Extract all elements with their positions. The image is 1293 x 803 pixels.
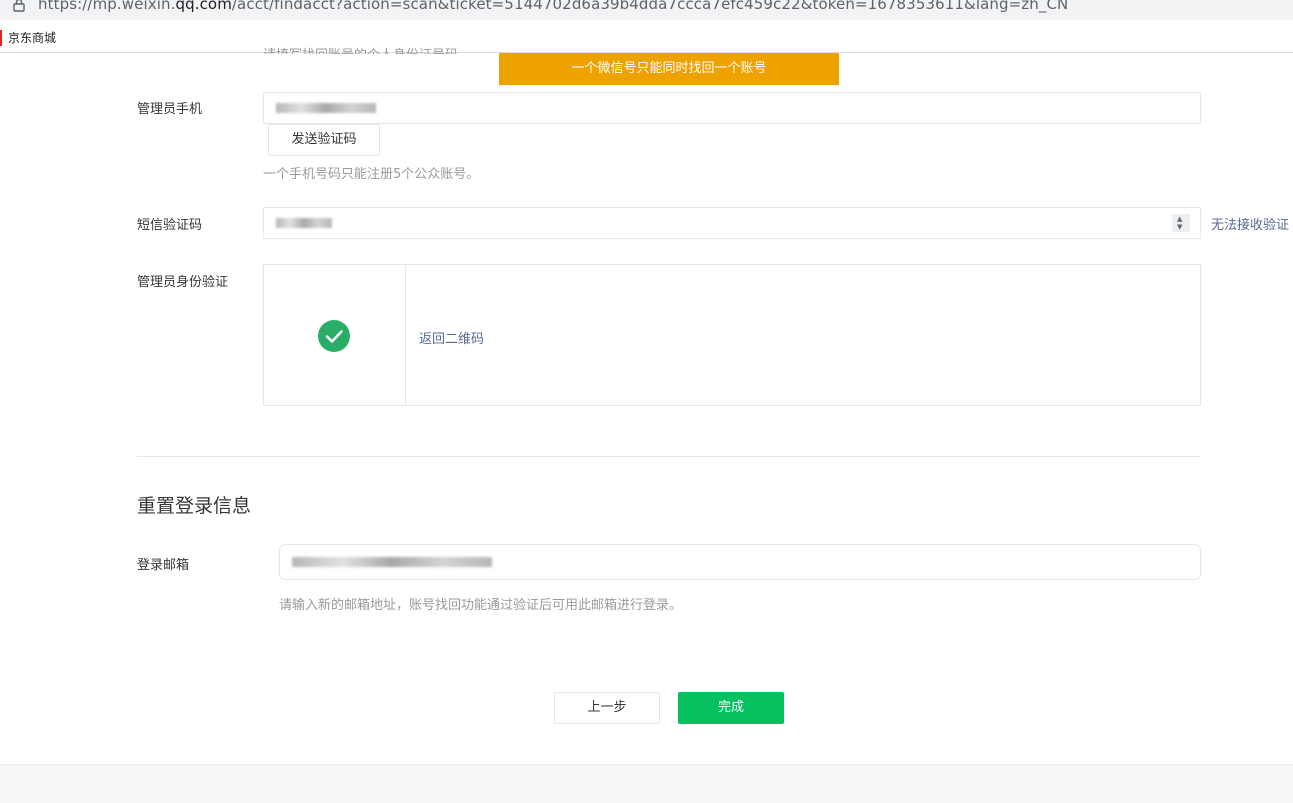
identity-label: 管理员身份验证 bbox=[137, 275, 229, 290]
lock-icon bbox=[13, 0, 25, 12]
reset-section-title: 重置登录信息 bbox=[137, 495, 252, 517]
verify-status-area bbox=[264, 265, 406, 405]
phone-label: 管理员手机 bbox=[137, 102, 203, 117]
check-circle-icon bbox=[318, 320, 350, 352]
sms-value-masked bbox=[276, 218, 332, 228]
cannot-receive-link[interactable]: 无法接收验证 bbox=[1211, 214, 1289, 233]
bookmarks-bar bbox=[0, 20, 1293, 53]
email-input[interactable] bbox=[279, 544, 1201, 580]
toast-message: 一个微信号只能同时找回一个账号 bbox=[499, 53, 839, 85]
section-divider bbox=[137, 456, 1201, 457]
email-value-masked bbox=[292, 557, 492, 567]
back-to-qr-link[interactable]: 返回二维码 bbox=[419, 328, 484, 347]
phone-input[interactable] bbox=[263, 92, 1201, 124]
sms-label: 短信验证码 bbox=[137, 218, 203, 233]
email-hint: 请输入新的邮箱地址，账号找回功能通过验证后可用此邮箱进行登录。 bbox=[279, 598, 683, 613]
number-spinner[interactable]: ▲ ▼ bbox=[1172, 214, 1190, 232]
prev-step-button[interactable]: 上一步 bbox=[554, 692, 660, 724]
send-code-button[interactable]: 发送验证码 bbox=[268, 124, 380, 156]
bookmark-jd[interactable]: 京东商城 bbox=[0, 30, 56, 46]
done-button[interactable]: 完成 bbox=[678, 692, 784, 724]
phone-value-masked bbox=[276, 103, 376, 113]
phone-hint: 一个手机号码只能注册5个公众账号。 bbox=[263, 167, 480, 182]
email-label: 登录邮箱 bbox=[137, 558, 190, 573]
sms-code-input[interactable]: ▲ ▼ bbox=[263, 207, 1201, 239]
id-card-hint: 请填写找回账号的个人身份证号码。 bbox=[263, 44, 471, 54]
url-text[interactable]: https://mp.weixin.qq.com/acct/findacct?a… bbox=[38, 0, 1068, 13]
page-footer bbox=[0, 764, 1293, 803]
identity-verify-box: 返回二维码 bbox=[263, 264, 1201, 406]
